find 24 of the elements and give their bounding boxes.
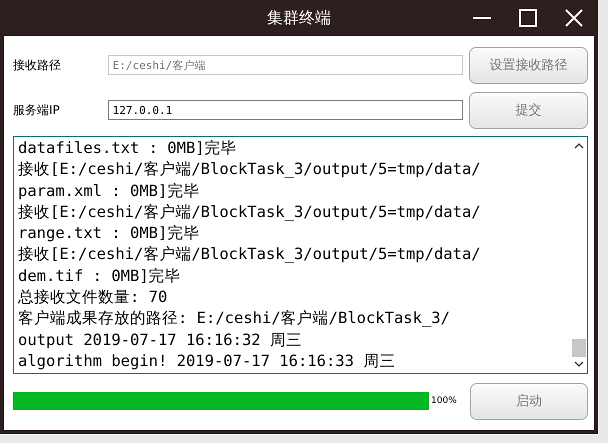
log-line: 接收[E:/ceshi/客户端/BlockTask_3/output/5=tmp/data/: [18, 202, 482, 223]
maximize-icon[interactable]: [518, 8, 538, 28]
log-line: output 2019-07-17 16:16:32 周三: [18, 330, 303, 351]
log-area[interactable]: [13, 136, 588, 374]
log-line: algorithm begin! 2019-07-17 16:16:33 周三: [18, 350, 396, 372]
submit-button[interactable]: 提交: [469, 92, 588, 128]
log-line: param.xml : 0MB]完毕: [18, 180, 200, 202]
log-line: range.txt : 0MB]完毕: [18, 223, 200, 244]
scroll-up-icon[interactable]: [574, 143, 584, 149]
log-line: 总接收文件数量: 70: [18, 287, 168, 308]
scrollbar-thumb[interactable]: [572, 339, 586, 357]
log-line: 客户端成果存放的路径: E:/ceshi/客户端/BlockTask_3/: [18, 308, 451, 330]
window-title: 集群终端: [267, 8, 331, 28]
field-label: 服务端IP: [13, 102, 61, 118]
close-icon[interactable]: [564, 8, 584, 28]
log-line: datafiles.txt : 0MB]完毕: [18, 138, 238, 159]
text-field[interactable]: 127.0.0.1: [108, 100, 464, 120]
start-button[interactable]: 启动: [470, 382, 588, 420]
scroll-down-icon[interactable]: [574, 361, 584, 367]
progress-reading: 100%: [431, 396, 458, 406]
log-line: 接收[E:/ceshi/客户端/BlockTask_3/output/5=tmp/data/: [18, 244, 482, 266]
field-label: 接收路径: [13, 56, 62, 74]
log-line: dem.tif : 0MB]完毕: [18, 266, 182, 287]
log-line: 接收[E:/ceshi/客户端/BlockTask_3/output/5=tmp/data/: [18, 159, 482, 180]
